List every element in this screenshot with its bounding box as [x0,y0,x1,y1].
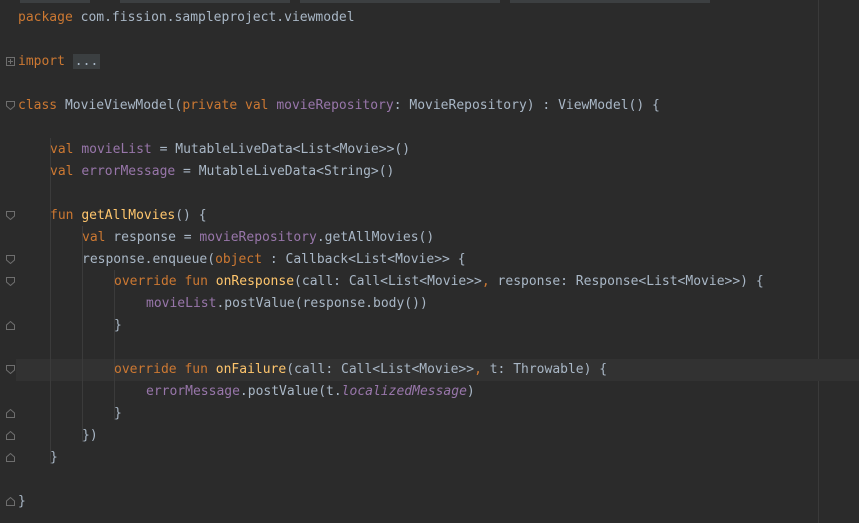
keyword: object [215,252,263,267]
keyword: package [18,10,73,25]
property: movieList [146,296,217,311]
property: movieRepository [199,230,317,245]
code-line-error-post[interactable]: errorMessage.postValue(t.localizedMessag… [146,381,475,403]
code-line-close-brace[interactable]: } [114,403,122,425]
expression: response.enqueue( [82,252,216,267]
keyword: val [50,142,74,157]
fold-close-icon[interactable] [6,497,15,506]
fold-open-icon[interactable] [6,277,15,286]
expression: (call: Call<List<Movie>> [286,362,475,377]
expression: = MutableLiveData<List<Movie>>() [151,142,411,157]
code-line-post-value[interactable]: movieList.postValue(response.body()) [146,293,428,315]
code-line-close-brace[interactable]: } [114,315,122,337]
tab-edge[interactable] [120,0,290,3]
expression: .getAllMovies() [316,230,435,245]
expression: response: Response<List<Movie>>) { [489,274,764,289]
comma: , [474,362,482,377]
class-signature: MovieViewModel( [57,98,183,113]
expression: .postValue(t. [239,384,342,399]
expression: t: Throwable) { [481,362,608,377]
fold-close-icon[interactable] [6,409,15,418]
fold-open-icon[interactable] [6,365,15,374]
editor-tab-strip [0,0,859,6]
keyword: override [114,362,177,377]
property: errorMessage [81,164,176,179]
tab-edge[interactable] [300,0,500,3]
property: errorMessage [146,384,240,399]
code-line-close-paren[interactable]: }) [82,425,98,447]
code-line-close-brace[interactable]: } [50,447,58,469]
function-name: getAllMovies [81,208,176,223]
keyword: val [82,230,106,245]
keyword: val [50,164,74,179]
fold-open-icon[interactable] [6,255,15,264]
expression: .postValue(response.body()) [216,296,428,311]
expression: = MutableLiveData<String>() [175,164,395,179]
code-line-error-message[interactable]: val errorMessage = MutableLiveData<Strin… [50,161,394,183]
keyword: fun [184,362,208,377]
fold-open-icon[interactable] [6,211,15,220]
expression: () { [175,208,207,223]
class-signature-rest: : MovieRepository) : ViewModel() { [393,98,660,113]
code-line-enqueue[interactable]: response.enqueue(object : Callback<List<… [82,249,466,271]
code-line-on-response[interactable]: override fun onResponse(call: Call<List<… [114,271,764,293]
property-italic: localizedMessage [341,384,467,399]
code-line-class[interactable]: class MovieViewModel(private val movieRe… [18,95,660,117]
fold-plus-icon[interactable] [6,57,15,66]
expression: ) [466,384,475,399]
keyword: val [245,98,269,113]
indent-guide [50,138,51,464]
keyword: override [114,274,177,289]
right-margin-guide [818,0,819,523]
function-name: onFailure [215,362,287,377]
keyword: class [18,98,58,113]
tab-edge[interactable] [510,0,710,3]
fold-close-icon[interactable] [6,431,15,440]
code-line-close-brace[interactable]: } [18,491,26,513]
keyword: fun [184,274,208,289]
fold-close-icon[interactable] [6,321,15,330]
tab-edge[interactable] [20,0,90,3]
code-line-movie-list[interactable]: val movieList = MutableLiveData<List<Mov… [50,139,410,161]
property: movieRepository [276,98,394,113]
code-line-import[interactable]: import ... [18,51,101,73]
code-line-fun[interactable]: fun getAllMovies() { [50,205,207,227]
property: movieList [81,142,152,157]
function-name: onResponse [215,274,295,289]
code-line-package[interactable]: package com.fission.sampleproject.viewmo… [18,7,355,29]
package-name: com.fission.sampleproject.viewmodel [72,10,355,25]
code-line-response[interactable]: val response = movieRepository.getAllMov… [82,227,434,249]
keyword: import [18,54,65,69]
fold-close-icon[interactable] [6,453,15,462]
expression: response = [105,230,200,245]
keyword: fun [50,208,74,223]
expression: (call: Call<List<Movie>> [294,274,482,289]
comma: , [481,274,490,289]
fold-open-icon[interactable] [6,101,15,110]
expression: : Callback<List<Movie>> { [262,252,466,267]
code-line-on-failure[interactable]: override fun onFailure(call: Call<List<M… [114,359,607,381]
keyword: private [182,98,238,113]
folded-imports[interactable]: ... [72,54,101,69]
